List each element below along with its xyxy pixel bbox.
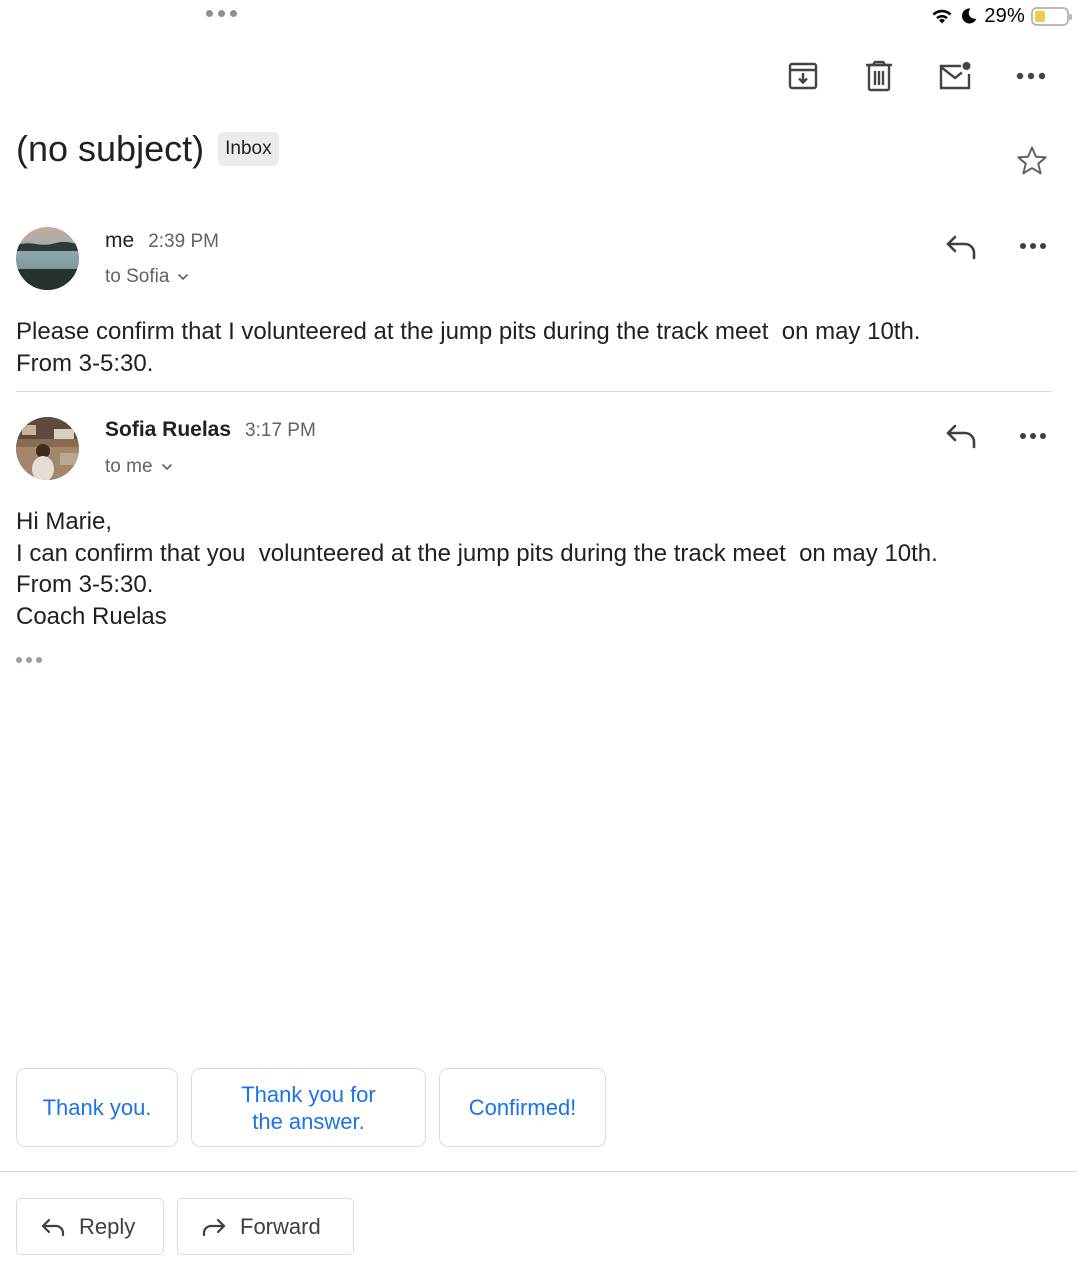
recipient-text: to Sofia [105,266,170,287]
moon-icon [962,8,977,24]
more-icon [1020,243,1046,249]
battery-fill [1035,10,1045,22]
reply-label: Reply [79,1213,136,1239]
more-icon [1016,72,1046,80]
sender-line: me 2:39 PM [105,229,219,253]
delete-button[interactable] [859,56,899,96]
mark-unread-icon [939,62,971,90]
battery-icon [1031,6,1072,26]
forward-label: Forward [240,1213,321,1239]
reply-icon [946,424,976,449]
reply-button[interactable] [941,416,981,456]
thread-subject: (no subject) [16,128,205,169]
chevron-down-icon [178,273,189,281]
smart-reply-line: Thank you for [241,1081,376,1107]
status-bar: 29% [0,0,1077,32]
avatar-image [16,417,79,480]
body-line: I can confirm that you volunteered at th… [16,539,938,567]
handle-dot [218,10,225,17]
avatar-image [16,227,79,290]
reply-button[interactable]: Reply [16,1198,164,1255]
handle-dot [230,10,237,17]
smart-reply-line: Confirmed! [468,1095,577,1120]
reply-forward-bar: Reply Forward [16,1198,354,1255]
dot [36,657,42,663]
dot [16,657,22,663]
message-more-button[interactable] [1013,416,1053,456]
bottom-divider [0,1171,1077,1172]
smart-reply-chip[interactable]: Thank you for the answer. [191,1068,426,1147]
email-thread-screen: 29% (no subject) Inbox me 2:39 PM to Sof… [0,0,1077,1280]
message-more-button[interactable] [1013,226,1053,266]
smart-reply-chip[interactable]: Thank you. [16,1068,178,1147]
thread-toolbar [783,56,1051,96]
smart-reply-line: Thank you. [42,1095,152,1120]
inbox-label[interactable]: Inbox [218,132,279,166]
recipient-toggle[interactable]: to me [105,456,173,478]
smart-reply-text: Thank you. [43,1094,152,1121]
smart-reply-chip[interactable]: Confirmed! [439,1068,606,1147]
message-divider [16,391,1052,392]
recipient-text: to me [105,456,153,477]
chevron-down-icon [161,463,172,471]
more-options-button[interactable] [1011,56,1051,96]
smart-replies: Thank you. Thank you for the answer. Con… [16,1068,606,1147]
body-line: From 3-5:30. [16,571,154,598]
smart-reply-text: Thank you for the answer. [241,1081,376,1135]
more-icon [1020,433,1046,439]
sender-name: me [105,229,135,252]
archive-button[interactable] [783,56,823,96]
reply-icon [41,1218,65,1236]
smart-reply-text: Confirmed! [469,1094,577,1121]
archive-icon [788,62,818,90]
battery-tip [1069,13,1072,20]
multitasking-handle[interactable] [206,10,237,17]
show-quoted-text-button[interactable] [16,650,48,670]
body-line: From 3-5:30. [16,349,154,377]
wifi-icon [932,9,952,24]
body-line: Hi Marie, [16,508,113,535]
avatar[interactable] [16,417,79,480]
dot [26,657,32,663]
reply-icon [946,235,976,260]
mark-unread-button[interactable] [935,56,975,96]
body-line: Coach Ruelas [16,602,167,630]
avatar[interactable] [16,227,79,290]
battery-percent: 29% [984,4,1025,27]
star-button[interactable] [1013,142,1051,180]
sender-name: Sofia Ruelas [105,418,232,441]
reply-button[interactable] [941,227,981,267]
handle-dot [206,10,213,17]
forward-icon [202,1218,226,1236]
trash-icon [866,60,892,92]
sender-line: Sofia Ruelas 3:17 PM [105,418,316,442]
message-body: Please confirm that I volunteered at the… [16,316,1061,379]
status-indicators: 29% [930,4,1072,28]
star-icon [1017,146,1047,175]
smart-reply-line: the answer. [252,1108,365,1134]
body-line: Please confirm that I volunteered at the… [16,318,921,345]
message-body: Hi Marie, I can confirm that you volunte… [16,506,1061,632]
subject-row: (no subject) Inbox [16,128,279,170]
message-time: 3:17 PM [245,420,316,441]
recipient-toggle[interactable]: to Sofia [105,266,189,288]
message-time: 2:39 PM [148,231,219,252]
forward-button[interactable]: Forward [177,1198,354,1255]
